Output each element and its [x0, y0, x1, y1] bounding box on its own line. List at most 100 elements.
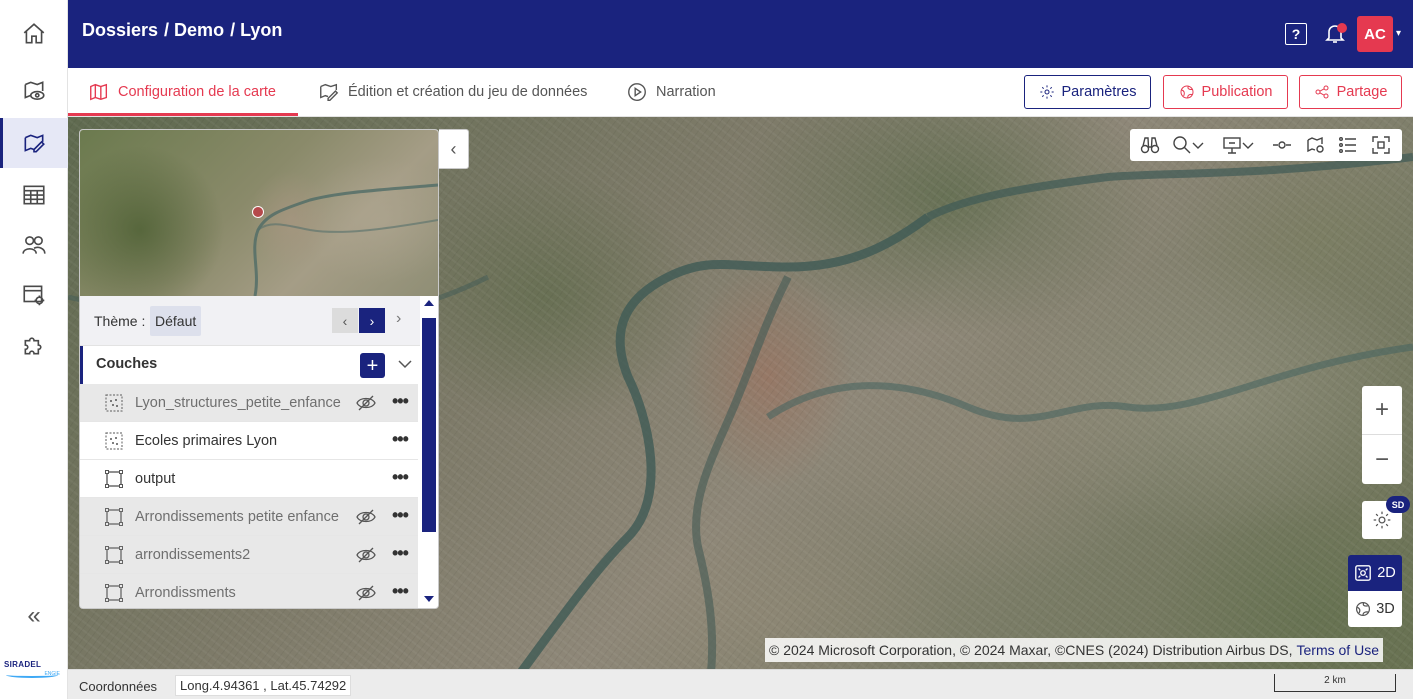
- layer-more-button[interactable]: •••: [392, 543, 409, 564]
- zoom-control: + −: [1362, 386, 1402, 484]
- basemap-dropdown-button[interactable]: [1222, 135, 1254, 155]
- layer-more-button[interactable]: •••: [392, 505, 409, 526]
- presentation-icon: [1223, 137, 1241, 154]
- scroll-thumb[interactable]: [422, 318, 436, 532]
- layer-row[interactable]: Ecoles primaires Lyon •••: [80, 422, 418, 460]
- publication-button[interactable]: Publication: [1163, 75, 1288, 109]
- rail-extensions-button[interactable]: [0, 320, 68, 370]
- location-marker: [252, 206, 264, 218]
- rail-users-button[interactable]: [0, 220, 68, 270]
- fullscreen-button[interactable]: [1371, 135, 1391, 155]
- breadcrumb-item-dossiers[interactable]: Dossiers: [82, 20, 158, 41]
- add-layer-button[interactable]: +: [360, 353, 385, 378]
- eye-off-icon[interactable]: [356, 394, 376, 412]
- layer-name: Arrondissements petite enfance: [135, 509, 339, 525]
- theme-label: Thème :: [94, 313, 146, 329]
- tab-dataset-edit[interactable]: Édition et création du jeu de données: [318, 68, 587, 116]
- layer-more-button[interactable]: •••: [392, 467, 409, 488]
- theme-prev-button[interactable]: ‹: [332, 308, 358, 333]
- layer-row[interactable]: arrondissements2 •••: [80, 536, 418, 574]
- scroll-down-arrow[interactable]: [424, 596, 434, 602]
- chevron-down-icon[interactable]: ▾: [1396, 28, 1401, 39]
- polygon-layer-icon: [105, 470, 123, 488]
- layer-name: Arrondissments: [135, 585, 236, 601]
- tab-map-configuration[interactable]: Configuration de la carte: [68, 68, 298, 116]
- help-button[interactable]: ?: [1285, 23, 1307, 45]
- tab-narration[interactable]: Narration: [626, 68, 716, 116]
- chevron-right-icon[interactable]: ›: [396, 310, 401, 328]
- legend-button[interactable]: [1338, 135, 1358, 155]
- user-avatar[interactable]: AC: [1357, 16, 1393, 52]
- terms-of-use-link[interactable]: Terms of Use: [1297, 642, 1379, 658]
- layer-more-button[interactable]: •••: [392, 581, 409, 602]
- eye-off-icon[interactable]: [356, 508, 376, 526]
- share-icon: [1315, 85, 1329, 99]
- parameters-button[interactable]: Paramètres: [1024, 75, 1151, 109]
- map-view-icon: [24, 81, 45, 100]
- tab-label: Configuration de la carte: [118, 84, 276, 100]
- map-layers-panel: Thème : Défaut ‹ › › Couches + Lyon_stru…: [79, 129, 439, 609]
- app-settings-icon: [23, 285, 45, 306]
- measure-icon: [1273, 141, 1291, 149]
- rail-map-edit-button[interactable]: [0, 118, 68, 168]
- layer-more-button[interactable]: •••: [392, 429, 409, 450]
- globe-icon: [1356, 602, 1371, 616]
- layers-title: Couches: [96, 356, 158, 372]
- zoom-out-button[interactable]: −: [1362, 435, 1402, 484]
- layer-row[interactable]: Arrondissements petite enfance •••: [80, 498, 418, 536]
- share-label: Partage: [1336, 84, 1388, 100]
- rail-table-button[interactable]: [0, 170, 68, 220]
- users-icon: [22, 236, 46, 254]
- layer-row[interactable]: output •••: [80, 460, 418, 498]
- collapse-panel-button[interactable]: ‹: [439, 129, 469, 169]
- polygon-layer-icon: [105, 508, 123, 526]
- notification-badge: [1337, 23, 1347, 33]
- scale-bar: 2 km: [1274, 674, 1396, 692]
- layer-row[interactable]: Lyon_structures_petite_enfance •••: [80, 384, 418, 422]
- logo-text: SIRADEL: [4, 660, 42, 669]
- rail-home-button[interactable]: [0, 9, 68, 59]
- theme-selector: Thème : Défaut ‹ › ›: [80, 296, 438, 346]
- polygon-layer-icon: [105, 546, 123, 564]
- panel-scrollbar[interactable]: [420, 296, 438, 608]
- zoom-in-button[interactable]: +: [1362, 386, 1402, 435]
- measure-button[interactable]: [1272, 135, 1292, 155]
- dataset-edit-icon: [320, 83, 339, 101]
- collapse-rail-button[interactable]: «: [0, 596, 68, 636]
- scroll-up-arrow[interactable]: [424, 300, 434, 306]
- eye-off-icon[interactable]: [356, 546, 376, 564]
- overview-minimap[interactable]: [80, 130, 438, 296]
- theme-next-button[interactable]: ›: [359, 308, 385, 333]
- map-edit-icon: [24, 134, 45, 153]
- view-3d-label: 3D: [1376, 601, 1395, 617]
- map-config-icon: [90, 83, 108, 101]
- binoculars-button[interactable]: [1140, 135, 1160, 155]
- rail-app-settings-button[interactable]: [0, 270, 68, 320]
- rail-map-view-button[interactable]: [0, 66, 68, 116]
- view-3d-button[interactable]: 3D: [1348, 591, 1402, 627]
- search-dropdown-button[interactable]: [1172, 135, 1204, 155]
- chevron-down-icon[interactable]: [397, 356, 413, 372]
- eye-off-icon[interactable]: [356, 584, 376, 602]
- layer-row[interactable]: Arrondissments •••: [80, 574, 418, 608]
- puzzle-icon: [24, 337, 42, 355]
- quality-badge: SD: [1386, 496, 1410, 513]
- tab-bar: Configuration de la carte Édition et cré…: [68, 68, 1413, 117]
- view-2d-icon: [1355, 565, 1372, 581]
- point-layer-icon: [105, 394, 123, 412]
- layer-name: Ecoles primaires Lyon: [135, 433, 278, 449]
- fullscreen-icon: [1372, 136, 1390, 154]
- notifications-button[interactable]: [1323, 21, 1349, 47]
- chevron-down-icon: [1242, 142, 1254, 149]
- theme-value[interactable]: Défaut: [150, 306, 202, 336]
- share-button[interactable]: Partage: [1299, 75, 1402, 109]
- layer-more-button[interactable]: •••: [392, 391, 409, 412]
- layer-name: arrondissements2: [135, 547, 251, 563]
- view-2d-label: 2D: [1377, 565, 1396, 581]
- parameters-label: Paramètres: [1061, 84, 1137, 100]
- polygon-layer-icon: [105, 584, 123, 602]
- status-bar: Coordonnées Long.4.94361 , Lat.45.74292 …: [68, 669, 1413, 699]
- breadcrumb-item-demo[interactable]: / Demo: [164, 20, 224, 41]
- map-settings-button[interactable]: [1306, 135, 1326, 155]
- view-2d-button[interactable]: 2D: [1348, 555, 1402, 591]
